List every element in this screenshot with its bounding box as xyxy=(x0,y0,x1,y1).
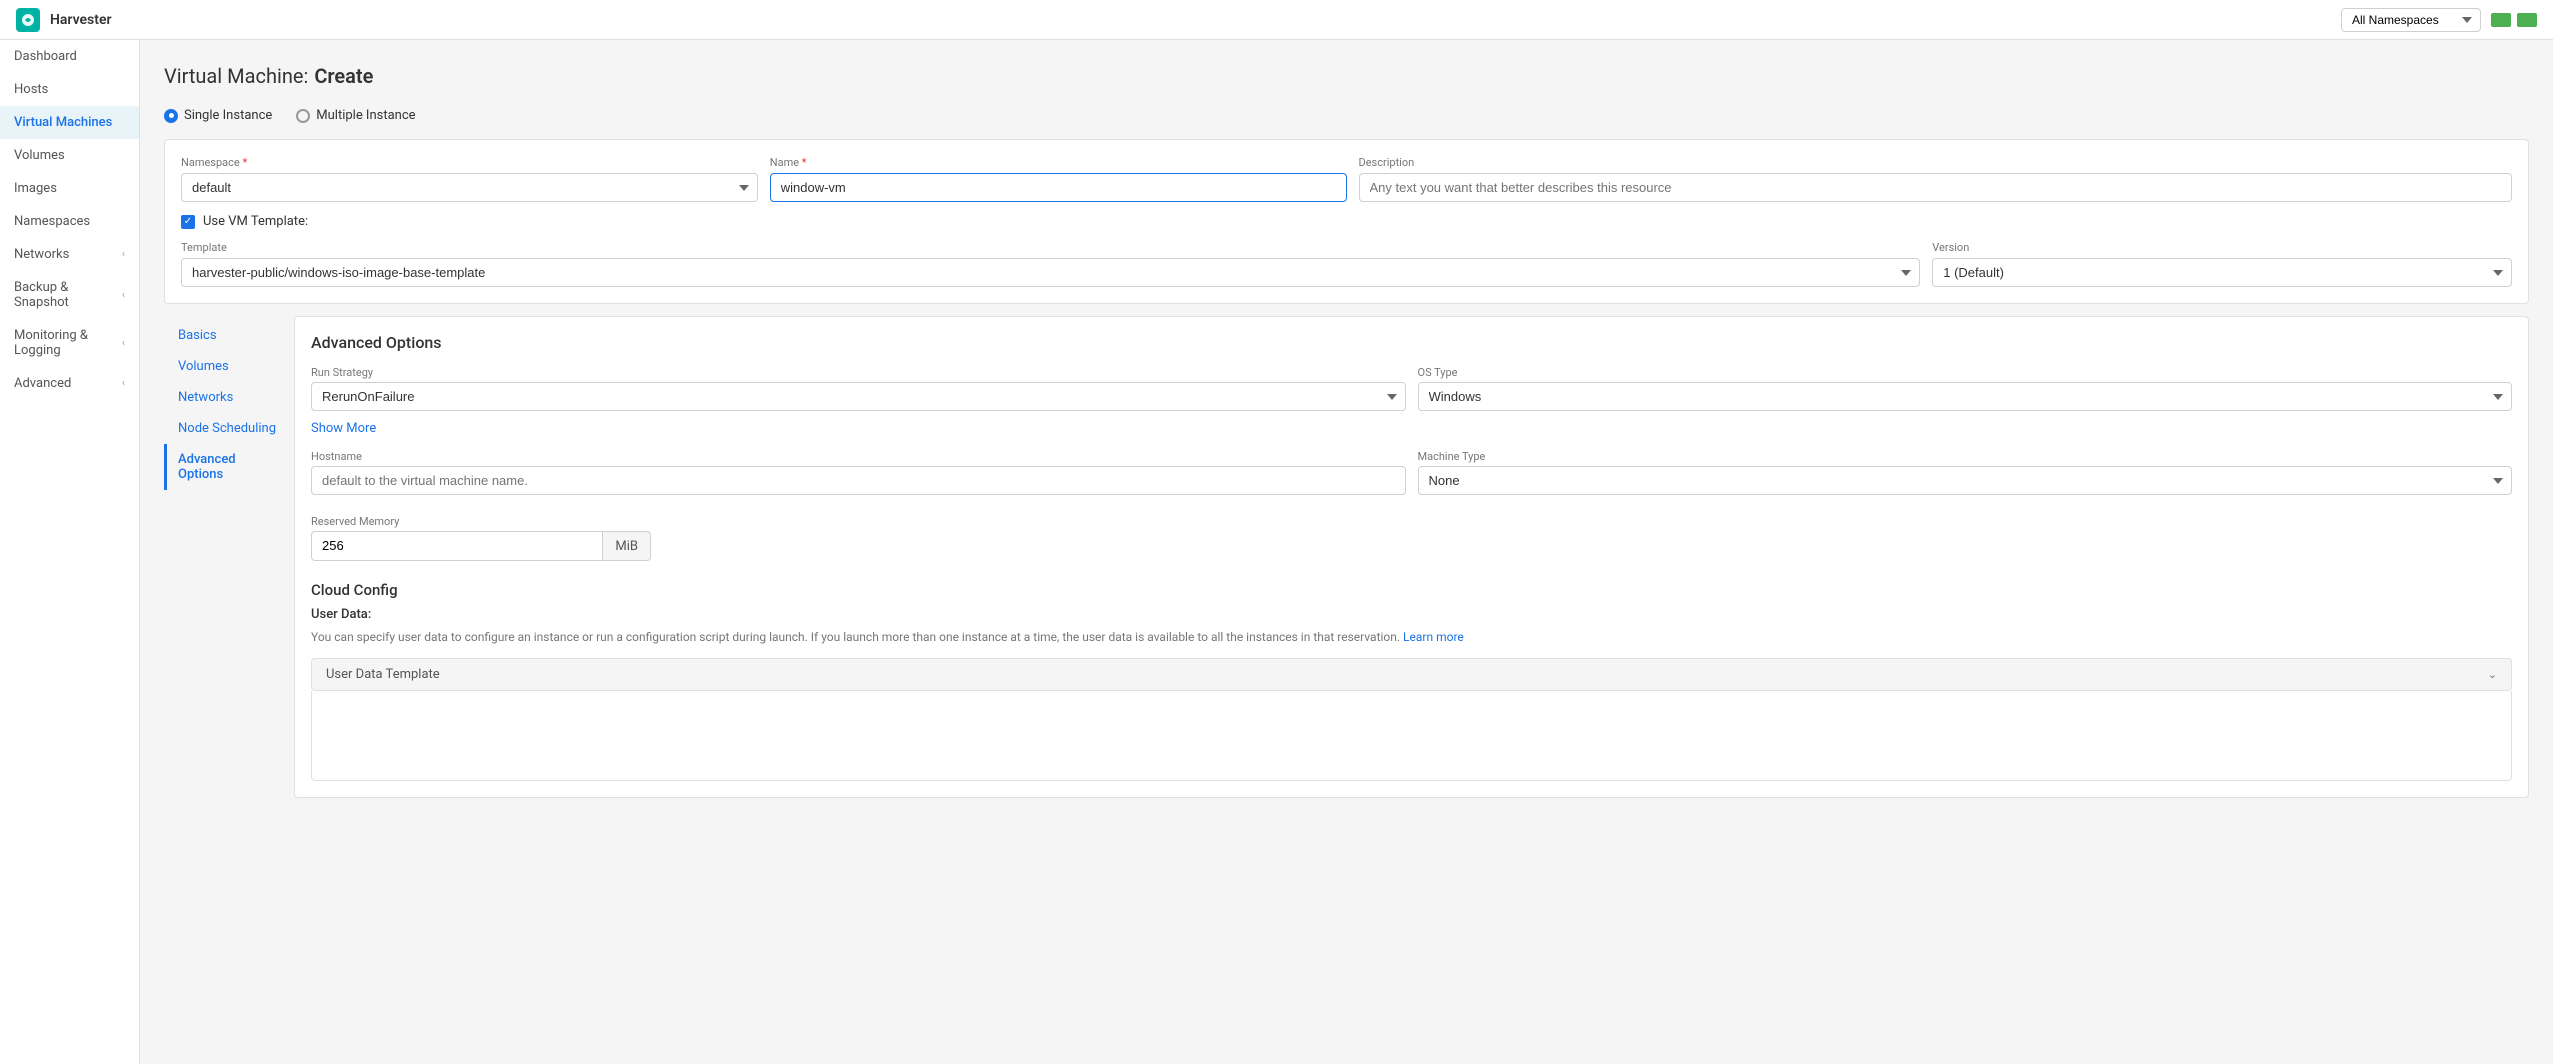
cloud-config-section: Cloud Config User Data: You can specify … xyxy=(311,581,2512,781)
sidebar-item-networks[interactable]: Networks ‹ xyxy=(0,238,139,271)
left-nav: Basics Volumes Networks Node Scheduling … xyxy=(164,316,294,798)
main-content: Virtual Machine: Create Single Instance … xyxy=(140,40,2553,1064)
sidebar-item-backup[interactable]: Backup & Snapshot ‹ xyxy=(0,271,139,319)
user-data-editor[interactable] xyxy=(311,691,2512,781)
top-form-card: Namespace * default Name * xyxy=(164,139,2529,304)
topbar-right: All Namespaces default xyxy=(2341,8,2537,32)
hostname-input[interactable] xyxy=(311,466,1406,495)
memory-unit: MiB xyxy=(603,531,651,561)
right-panel: Advanced Options Run Strategy RerunOnFai… xyxy=(294,316,2529,798)
monitoring-chevron: ‹ xyxy=(122,338,125,349)
namespace-label: Namespace * xyxy=(181,156,758,169)
name-input[interactable] xyxy=(770,173,1347,202)
namespace-select-input[interactable]: default xyxy=(181,173,758,202)
sidebar-item-dashboard[interactable]: Dashboard xyxy=(0,40,139,73)
tab-basics[interactable]: Basics xyxy=(164,320,294,351)
status-bar-green xyxy=(2491,13,2511,27)
hostname-label: Hostname xyxy=(311,450,1406,463)
os-type-label: OS Type xyxy=(1418,366,2513,379)
tab-advanced-options[interactable]: Advanced Options xyxy=(164,444,294,490)
learn-more-link[interactable]: Learn more xyxy=(1403,630,1464,644)
use-vm-template-checkbox[interactable]: ✓ xyxy=(181,215,195,229)
show-more-link[interactable]: Show More xyxy=(311,421,2512,436)
tab-networks[interactable]: Networks xyxy=(164,382,294,413)
description-label: Description xyxy=(1359,156,2513,169)
name-label: Name * xyxy=(770,156,1347,169)
os-type-field: OS Type Windows xyxy=(1418,366,2513,411)
machine-type-field: Machine Type None xyxy=(1418,450,2513,505)
single-radio-dot xyxy=(164,109,178,123)
run-strategy-select[interactable]: RerunOnFailure xyxy=(311,382,1406,411)
user-data-template-chevron: ⌄ xyxy=(2488,668,2497,681)
user-data-title: User Data: xyxy=(311,607,2512,622)
hostname-machine-row: Hostname Machine Type None xyxy=(311,450,2512,505)
backup-chevron: ‹ xyxy=(122,290,125,301)
sidebar-item-monitoring[interactable]: Monitoring & Logging ‹ xyxy=(0,319,139,367)
template-select[interactable]: harvester-public/windows-iso-image-base-… xyxy=(181,258,1920,287)
status-bar-green2 xyxy=(2517,13,2537,27)
use-vm-template-row[interactable]: ✓ Use VM Template: xyxy=(181,214,2512,229)
sidebar-item-hosts[interactable]: Hosts xyxy=(0,73,139,106)
memory-input-wrap xyxy=(311,531,603,561)
run-strategy-field: Run Strategy RerunOnFailure xyxy=(311,366,1406,411)
version-field: Version 1 (Default) xyxy=(1932,241,2512,287)
user-data-template-bar[interactable]: User Data Template ⌄ xyxy=(311,658,2512,691)
machine-type-label: Machine Type xyxy=(1418,450,2513,463)
tab-node-scheduling[interactable]: Node Scheduling xyxy=(164,413,294,444)
single-instance-radio[interactable]: Single Instance xyxy=(164,108,272,123)
name-field: Name * xyxy=(770,156,1347,202)
sidebar-item-images[interactable]: Images xyxy=(0,172,139,205)
topbar: Harvester All Namespaces default xyxy=(0,0,2553,40)
multiple-instance-radio[interactable]: Multiple Instance xyxy=(296,108,415,123)
topbar-left: Harvester xyxy=(16,8,112,32)
sidebar-item-namespaces[interactable]: Namespaces xyxy=(0,205,139,238)
page-header: Virtual Machine: Create xyxy=(164,64,2529,88)
user-data-desc: You can specify user data to configure a… xyxy=(311,628,2512,646)
os-type-select[interactable]: Windows xyxy=(1418,382,2513,411)
content-area: Basics Volumes Networks Node Scheduling … xyxy=(164,316,2529,798)
page-title-plain: Virtual Machine: xyxy=(164,64,308,88)
status-icons xyxy=(2491,13,2537,27)
advanced-options-title: Advanced Options xyxy=(311,333,2512,352)
namespace-field: Namespace * default xyxy=(181,156,758,202)
sidebar-item-advanced[interactable]: Advanced ‹ xyxy=(0,367,139,400)
sidebar: Dashboard Hosts Virtual Machines Volumes… xyxy=(0,40,140,1064)
template-label: Template xyxy=(181,241,1920,254)
cloud-config-title: Cloud Config xyxy=(311,581,2512,599)
use-vm-template-label: Use VM Template: xyxy=(203,214,308,229)
namespace-select[interactable]: All Namespaces default xyxy=(2341,8,2481,32)
template-field: Template harvester-public/windows-iso-im… xyxy=(181,241,1920,287)
run-strategy-label: Run Strategy xyxy=(311,366,1406,379)
multiple-radio-dot xyxy=(296,109,310,123)
memory-input-row: MiB xyxy=(311,531,651,561)
machine-type-select[interactable]: None xyxy=(1418,466,2513,495)
layout: Dashboard Hosts Virtual Machines Volumes… xyxy=(0,40,2553,1064)
app-title: Harvester xyxy=(50,12,112,28)
version-select[interactable]: 1 (Default) xyxy=(1932,258,2512,287)
advanced-chevron: ‹ xyxy=(122,378,125,389)
reserved-memory-label: Reserved Memory xyxy=(311,515,2512,528)
advanced-options-section: Advanced Options Run Strategy RerunOnFai… xyxy=(294,316,2529,798)
instance-type-row: Single Instance Multiple Instance xyxy=(164,108,2529,123)
sidebar-item-vms[interactable]: Virtual Machines xyxy=(0,106,139,139)
hostname-field: Hostname xyxy=(311,450,1406,495)
memory-input[interactable] xyxy=(322,538,592,553)
basic-fields-row: Namespace * default Name * xyxy=(181,156,2512,202)
run-strategy-os-row: Run Strategy RerunOnFailure OS Type Wind… xyxy=(311,366,2512,411)
app-logo xyxy=(16,8,40,32)
reserved-memory-row: Reserved Memory MiB xyxy=(311,515,2512,561)
version-label: Version xyxy=(1932,241,2512,254)
description-field: Description xyxy=(1359,156,2513,202)
page-title-bold: Create xyxy=(314,64,373,88)
sidebar-item-volumes[interactable]: Volumes xyxy=(0,139,139,172)
template-version-row: Template harvester-public/windows-iso-im… xyxy=(181,241,2512,287)
user-data-template-label: User Data Template xyxy=(326,667,440,682)
tab-volumes[interactable]: Volumes xyxy=(164,351,294,382)
description-input[interactable] xyxy=(1359,173,2513,202)
networks-chevron: ‹ xyxy=(122,249,125,260)
